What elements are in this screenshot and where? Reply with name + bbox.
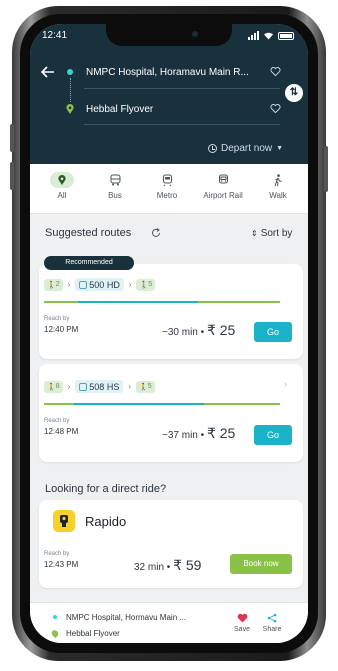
source-location[interactable]: NMPC Hospital, Horamavu Main R... bbox=[86, 67, 272, 78]
bus-icon bbox=[79, 382, 88, 391]
notch bbox=[106, 24, 232, 46]
go-button[interactable]: Go bbox=[254, 322, 292, 342]
reach-time: 12:48 PM bbox=[44, 427, 79, 436]
tab-bus[interactable]: Bus bbox=[90, 172, 140, 200]
volume-up-button bbox=[10, 124, 14, 152]
sort-icon: ⇕ bbox=[251, 229, 258, 238]
walk-leg: 🚶 8 bbox=[44, 380, 63, 393]
heart-icon bbox=[237, 613, 247, 623]
save-button[interactable]: Save bbox=[230, 613, 254, 633]
volume-down-button bbox=[10, 162, 14, 190]
reach-by-label: Reach by bbox=[44, 418, 70, 424]
share-icon bbox=[267, 613, 277, 623]
battery-icon bbox=[278, 31, 294, 40]
source-dot-icon bbox=[67, 69, 73, 75]
suggested-routes-title: Suggested routes bbox=[45, 227, 132, 239]
chevron-right-icon: › bbox=[284, 379, 288, 390]
swap-locations-button[interactable]: ⇅ bbox=[285, 84, 303, 102]
duration: ~30 min bbox=[162, 327, 198, 338]
app-screen: 12:41 NMPC Hospital, Horamavu Main R... … bbox=[30, 24, 308, 643]
bus-icon bbox=[110, 174, 120, 186]
provider-name: Rapido bbox=[85, 514, 127, 529]
destination-pin-icon bbox=[66, 104, 74, 114]
walk-icon bbox=[274, 174, 282, 186]
wifi-icon bbox=[264, 32, 273, 40]
tab-airport-rail[interactable]: Airport Rail bbox=[198, 172, 248, 200]
fare: ₹ 59 bbox=[173, 557, 202, 573]
signal-icon bbox=[248, 31, 259, 40]
duration: ~37 min bbox=[162, 430, 198, 441]
chevron-right-icon: › bbox=[67, 280, 71, 289]
book-now-button[interactable]: Book now bbox=[230, 554, 292, 574]
walk-leg: 🚶 5 bbox=[136, 278, 156, 291]
metro-icon bbox=[162, 174, 172, 186]
refresh-icon[interactable] bbox=[151, 228, 161, 238]
direct-ride-title: Looking for a direct ride? bbox=[45, 483, 167, 495]
destination-pin-icon bbox=[50, 628, 60, 639]
clock-icon bbox=[208, 144, 217, 153]
recommended-badge: Recommended bbox=[44, 256, 134, 270]
share-button[interactable]: Share bbox=[258, 613, 286, 633]
route-connector bbox=[70, 78, 71, 102]
route-legs: 🚶 8 › 508 HS › 🚶 5 bbox=[44, 380, 155, 393]
route-legs: 🚶 2 › 500 HD › 🚶 5 bbox=[44, 278, 156, 291]
rapido-card[interactable] bbox=[39, 500, 303, 588]
divider bbox=[84, 88, 280, 89]
route-progress-bar bbox=[44, 403, 280, 405]
duration: 32 min bbox=[134, 562, 165, 573]
tab-walk[interactable]: Walk bbox=[253, 172, 303, 200]
bus-icon bbox=[79, 280, 88, 289]
reach-by-label: Reach by bbox=[44, 551, 70, 557]
tab-metro[interactable]: Metro bbox=[142, 172, 192, 200]
footer-destination: Hebbal Flyover bbox=[66, 629, 120, 638]
reach-time: 12:40 PM bbox=[44, 325, 79, 334]
transport-mode-tabs: All Bus Metro Airport Rail Walk bbox=[30, 164, 308, 214]
power-button bbox=[324, 146, 328, 192]
trip-summary: ~30 min • ₹ 25 bbox=[162, 322, 236, 338]
fare: ₹ 25 bbox=[206, 322, 236, 338]
back-arrow-icon[interactable] bbox=[40, 64, 56, 80]
route-progress-bar bbox=[44, 301, 280, 303]
tab-all[interactable]: All bbox=[37, 172, 87, 200]
caret-down-icon: ▼ bbox=[276, 145, 284, 152]
reach-time: 12:43 PM bbox=[44, 560, 79, 569]
saved-route-footer: NMPC Hospital, Hormavu Main ... Hebbal F… bbox=[30, 602, 308, 643]
depart-now-dropdown[interactable]: Depart now ▼ bbox=[208, 143, 283, 154]
trip-summary: 32 min • ₹ 59 bbox=[134, 557, 202, 573]
bus-leg: 500 HD bbox=[75, 278, 124, 291]
phone-frame: 12:41 NMPC Hospital, Horamavu Main R... … bbox=[10, 6, 328, 661]
reach-by-label: Reach by bbox=[44, 316, 70, 322]
sort-by-button[interactable]: ⇕ Sort by bbox=[251, 228, 292, 239]
bus-leg: 508 HS bbox=[75, 380, 124, 393]
fare: ₹ 25 bbox=[206, 425, 236, 441]
footer-source: NMPC Hospital, Hormavu Main ... bbox=[66, 613, 187, 622]
rapido-logo-icon bbox=[53, 510, 75, 532]
status-time: 12:41 bbox=[42, 30, 68, 41]
airport-rail-icon bbox=[218, 174, 228, 184]
chevron-right-icon: › bbox=[128, 280, 132, 289]
destination-location[interactable]: Hebbal Flyover bbox=[86, 104, 153, 115]
go-button[interactable]: Go bbox=[254, 425, 292, 445]
heart-outline-icon[interactable] bbox=[270, 103, 281, 114]
walk-leg: 🚶 2 bbox=[44, 278, 63, 291]
divider bbox=[84, 124, 280, 125]
pin-icon bbox=[58, 175, 66, 185]
source-dot-icon bbox=[53, 615, 57, 619]
walk-leg: 🚶 5 bbox=[136, 380, 155, 393]
chevron-right-icon: › bbox=[67, 382, 71, 391]
route-card[interactable] bbox=[39, 364, 303, 462]
chevron-right-icon: › bbox=[128, 382, 131, 391]
trip-summary: ~37 min • ₹ 25 bbox=[162, 425, 236, 441]
heart-outline-icon[interactable] bbox=[270, 66, 281, 77]
depart-label: Depart now bbox=[221, 143, 273, 154]
